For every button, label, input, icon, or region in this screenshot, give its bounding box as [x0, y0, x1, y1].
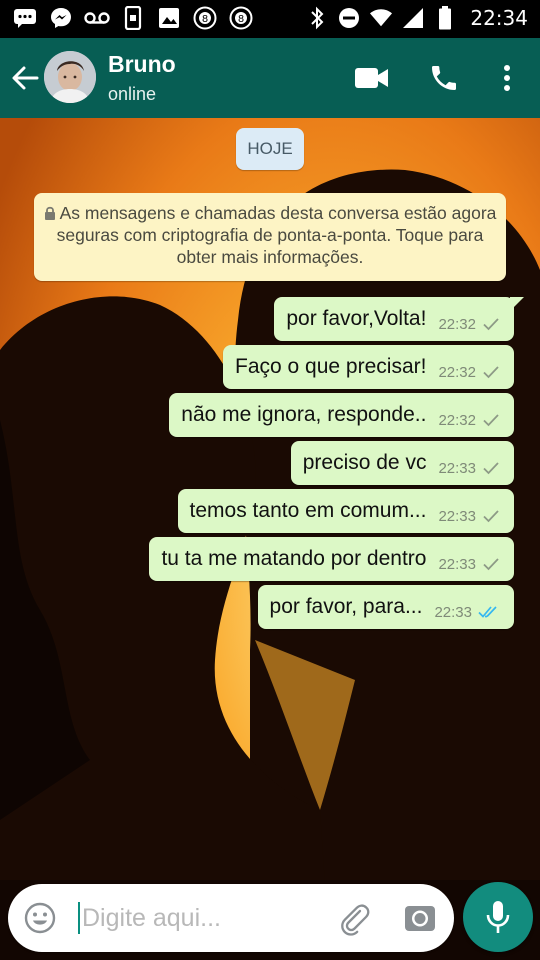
- message-time: 22:33: [438, 459, 476, 477]
- more-vert-icon: [504, 65, 510, 91]
- encryption-notice-text: As mensagens e chamadas desta conversa e…: [56, 203, 497, 267]
- message-time: 22:32: [438, 363, 476, 381]
- chat-header: Bruno online: [0, 38, 540, 118]
- microphone-icon: [486, 901, 510, 933]
- pool-ball-8-icon: 8: [192, 5, 218, 31]
- message-text: tu ta me matando por dentro: [161, 547, 427, 570]
- video-call-icon: [355, 68, 388, 88]
- sent-check-icon: [483, 414, 499, 427]
- attach-button[interactable]: [338, 902, 372, 936]
- message-composer: [8, 884, 454, 952]
- phone-data-icon: [120, 5, 146, 31]
- do-not-disturb-icon: [338, 5, 360, 31]
- status-time: 22:34: [470, 6, 528, 30]
- emoji-button[interactable]: [24, 902, 56, 934]
- message-text: preciso de vc: [302, 451, 427, 474]
- sent-check-icon: [483, 366, 499, 379]
- message-input[interactable]: [82, 898, 332, 938]
- camera-icon: [405, 906, 435, 931]
- status-bar: 8 8 22:34: [0, 0, 540, 38]
- voice-message-button[interactable]: [463, 882, 533, 952]
- wifi-icon: [370, 5, 393, 31]
- message-bubble[interactable]: Faço o que precisar! 22:32: [223, 345, 514, 389]
- message-text: por favor, para...: [269, 595, 423, 618]
- back-arrow-icon: [12, 66, 39, 90]
- more-options-button[interactable]: [498, 62, 516, 94]
- message-time: 22:33: [438, 555, 476, 573]
- message-bubble[interactable]: preciso de vc 22:33: [290, 441, 514, 485]
- phone-icon: [432, 66, 456, 90]
- date-chip: HOJE: [236, 128, 304, 170]
- bluetooth-icon: [306, 5, 328, 31]
- message-time: 22:33: [434, 603, 472, 621]
- signal-icon: [402, 5, 424, 31]
- camera-button[interactable]: [404, 902, 436, 934]
- battery-icon: [434, 5, 456, 31]
- gallery-icon: [156, 5, 182, 31]
- back-button[interactable]: [8, 60, 42, 96]
- paperclip-icon: [341, 904, 370, 936]
- text-cursor: [78, 902, 80, 934]
- sent-check-icon: [483, 510, 499, 523]
- message-time: 22:32: [438, 411, 476, 429]
- sent-check-icon: [483, 318, 499, 331]
- message-text: não me ignora, responde..: [181, 403, 427, 426]
- video-call-button[interactable]: [354, 64, 390, 92]
- avatar[interactable]: [44, 51, 96, 103]
- message-bubble[interactable]: por favor,Volta! 22:32: [274, 297, 524, 341]
- encryption-notice[interactable]: As mensagens e chamadas desta conversa e…: [34, 193, 506, 281]
- svg-text:8: 8: [202, 14, 208, 25]
- pool-ball-8-icon: 8: [228, 5, 254, 31]
- svg-text:8: 8: [238, 14, 244, 25]
- message-text: Faço o que precisar!: [235, 355, 427, 378]
- voice-call-button[interactable]: [428, 62, 460, 94]
- message-text: por favor,Volta!: [286, 307, 427, 330]
- message-bubble[interactable]: temos tanto em comum... 22:33: [177, 489, 514, 533]
- bubble-tail: [510, 297, 524, 311]
- message-bubble[interactable]: não me ignora, responde.. 22:32: [169, 393, 514, 437]
- message-text: temos tanto em comum...: [189, 499, 427, 522]
- chat-bubble-icon: [12, 5, 38, 31]
- message-time: 22:32: [438, 315, 476, 333]
- chat-area[interactable]: HOJE As mensagens e chamadas desta conve…: [0, 118, 540, 880]
- message-time: 22:33: [438, 507, 476, 525]
- lock-icon: [44, 206, 55, 220]
- read-double-check-icon: [478, 606, 497, 618]
- message-bubble[interactable]: tu ta me matando por dentro 22:33: [149, 537, 514, 581]
- contact-status: online: [108, 84, 157, 104]
- sent-check-icon: [483, 462, 499, 475]
- contact-name[interactable]: Bruno: [108, 51, 176, 78]
- emoji-icon: [24, 902, 56, 934]
- voicemail-icon: [84, 5, 110, 31]
- messenger-icon: [48, 5, 74, 31]
- message-bubble[interactable]: por favor, para... 22:33: [257, 585, 514, 629]
- sent-check-icon: [483, 558, 499, 571]
